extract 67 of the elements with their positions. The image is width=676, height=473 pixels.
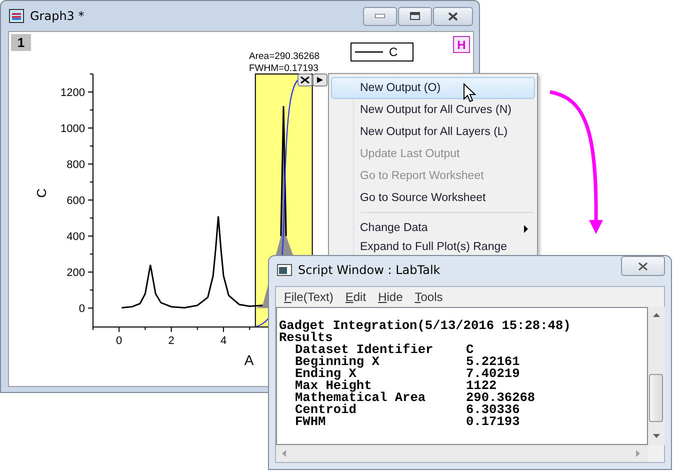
menu-item[interactable]: New Output for All Layers (L) — [331, 121, 535, 143]
result-label: Mathematical Area — [295, 392, 427, 404]
menu-bar-item[interactable]: Tools — [414, 290, 443, 304]
fwhm-label: FWHM=0.17193 — [249, 63, 318, 74]
output-line: Gadget Integration(5/13/2016 15:28:48) — [279, 320, 572, 332]
layer-label[interactable]: 1 — [11, 34, 31, 51]
script-window-icon — [277, 264, 292, 276]
result-value: 5.22161 — [466, 356, 520, 368]
scroll-left-icon — [282, 450, 286, 457]
close-button[interactable] — [433, 6, 473, 26]
legend-label: C — [389, 45, 398, 59]
close-button[interactable] — [621, 256, 665, 276]
menu-item[interactable]: New Output for All Curves (N) — [331, 99, 535, 121]
menu-bar-item[interactable]: Edit — [345, 290, 366, 304]
area-label: Area=290.36268 — [249, 51, 320, 62]
gadget-close-button[interactable] — [298, 74, 312, 86]
tick-label: 0 — [78, 303, 85, 316]
result-value: 1122 — [466, 380, 497, 392]
result-label: Ending X — [295, 368, 356, 380]
menu-item[interactable]: New Output (O) — [331, 77, 535, 99]
result-value: 0.17193 — [466, 416, 520, 428]
tick-label: 800 — [66, 159, 85, 172]
window-title: Graph3 * — [30, 9, 84, 23]
result-label: Max Height — [295, 380, 372, 392]
axis-title: A — [244, 352, 254, 368]
window-title: Script Window : LabTalk — [298, 263, 440, 277]
script-output[interactable]: Gadget Integration(5/13/2016 15:28:48) Results Dataset Identifier C Beginning X 5.22161 Ending X 7.40219 Max Height 1122 Mathematical Area 290.36268 Centroid 6.30336 FWHM 0.17193 — [276, 307, 648, 445]
tick-label: 0 — [116, 335, 122, 347]
scroll-right-icon — [636, 450, 640, 457]
legend-box — [350, 42, 414, 62]
maximize-icon — [410, 12, 420, 20]
tick-label: 200 — [66, 267, 85, 280]
scroll-down-icon — [653, 434, 660, 438]
output-line: Results — [279, 332, 333, 344]
result-value: 6.30336 — [466, 404, 520, 416]
close-icon — [638, 262, 648, 270]
tick-label: 1200 — [60, 87, 85, 99]
menu-item[interactable]: Go to Source Worksheet — [331, 187, 535, 209]
result-value: 290.36268 — [466, 392, 536, 404]
result-label: FWHM — [295, 416, 327, 428]
tick-label: 600 — [66, 195, 85, 208]
graph-icon — [9, 9, 24, 23]
scroll-thumb[interactable] — [649, 374, 663, 422]
gadget-menu-button[interactable] — [312, 74, 328, 86]
tick-label: 4 — [220, 335, 227, 347]
menu-item[interactable]: Expand to Full Plot(s) Range — [331, 239, 535, 254]
legend-line — [355, 51, 383, 53]
result-value: 7.40219 — [466, 368, 520, 380]
minimize-button[interactable] — [363, 6, 397, 26]
horizontal-scrollbar[interactable] — [276, 445, 648, 462]
cursor-icon — [463, 83, 476, 103]
axis-title: C — [34, 188, 49, 198]
result-label: Dataset Identifier — [295, 344, 434, 356]
result-label: Centroid — [295, 404, 358, 416]
menu-bar-item[interactable]: Hide — [378, 290, 403, 304]
scroll-up-icon — [653, 313, 660, 317]
result-label: Beginning X — [295, 356, 380, 368]
tick-label: 400 — [66, 231, 85, 244]
menu-item[interactable]: Change Data — [331, 217, 535, 239]
menu-bar-item[interactable]: File(Text) — [284, 290, 334, 304]
maximize-button[interactable] — [398, 6, 432, 26]
tick-label: 1000 — [60, 123, 85, 136]
minimize-icon — [375, 14, 385, 18]
result-value: C — [466, 344, 474, 356]
vertical-scrollbar[interactable] — [648, 307, 665, 445]
tick-label: 2 — [168, 335, 174, 347]
close-icon — [448, 12, 458, 20]
